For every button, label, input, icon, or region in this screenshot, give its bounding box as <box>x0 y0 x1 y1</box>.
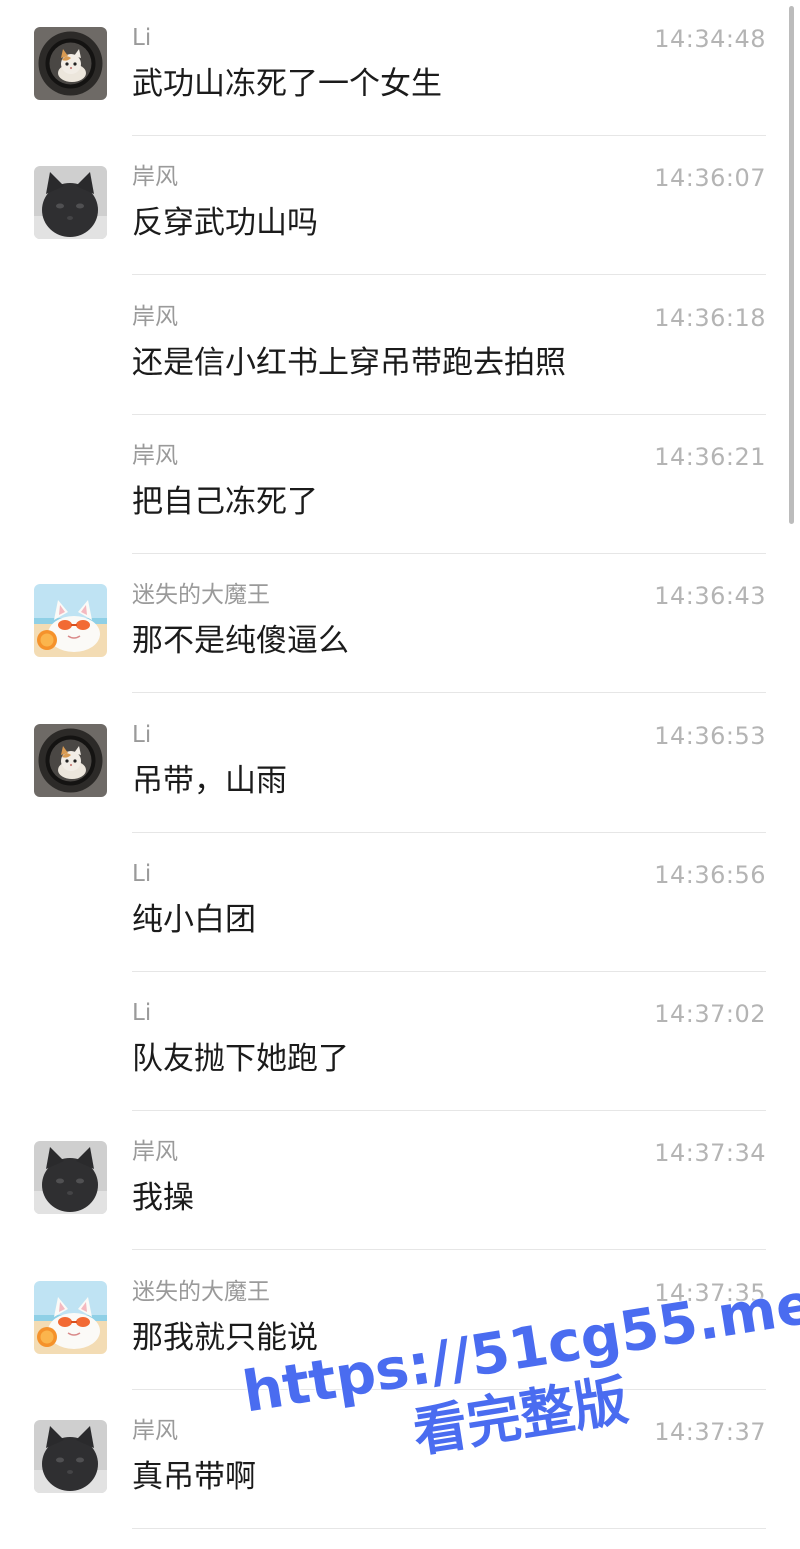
sender-name[interactable]: Li <box>132 998 151 1028</box>
message-divider <box>132 831 766 833</box>
message-divider <box>132 1528 766 1529</box>
message-timestamp: 14:36:07 <box>654 164 766 193</box>
message-divider <box>132 135 766 136</box>
message-timestamp: 14:36:53 <box>654 721 766 750</box>
dark-cat-avatar[interactable] <box>34 166 107 240</box>
sender-name[interactable]: 岸风 <box>132 302 178 332</box>
message-text[interactable]: 那不是纯傻逼么 <box>132 621 349 661</box>
chat-message-list[interactable]: Li 14:34:48 武功山冻死了一个女生 岸风 14:36:07 反穿武功山吗 岸风 14… <box>0 0 800 1529</box>
message-text[interactable]: 还是信小红书上穿吊带跑去拍照 <box>132 343 566 383</box>
sender-name[interactable]: Li <box>132 720 151 750</box>
message-timestamp: 14:34:48 <box>654 25 766 53</box>
cat-in-washer-avatar[interactable] <box>34 723 107 797</box>
message-timestamp: 14:37:02 <box>654 1000 766 1029</box>
sender-name[interactable]: 岸风 <box>132 1137 178 1167</box>
message-text[interactable]: 反穿武功山吗 <box>132 203 318 243</box>
message-row[interactable]: Li 14:36:53 吊带，山雨 <box>0 697 800 836</box>
cat-in-washer-avatar[interactable] <box>34 27 107 100</box>
message-timestamp: 14:36:56 <box>654 860 766 889</box>
message-row[interactable]: 岸风 14:36:07 反穿武功山吗 <box>0 139 800 278</box>
message-text[interactable]: 纯小白团 <box>132 900 256 940</box>
message-row[interactable]: Li 14:34:48 武功山冻死了一个女生 <box>0 0 800 139</box>
message-row[interactable]: Li 14:37:02 队友抛下她跑了 <box>0 975 800 1114</box>
message-timestamp: 14:36:43 <box>654 582 766 611</box>
scrollbar[interactable] <box>789 6 794 524</box>
sunglasses-cat-avatar[interactable] <box>34 1280 107 1354</box>
message-text[interactable]: 把自己冻死了 <box>132 482 318 522</box>
message-text[interactable]: 队友抛下她跑了 <box>132 1039 349 1079</box>
dark-cat-avatar[interactable] <box>34 1420 107 1493</box>
message-text[interactable]: 吊带，山雨 <box>132 761 287 801</box>
message-divider <box>132 413 766 415</box>
message-divider <box>132 970 766 972</box>
message-divider <box>132 692 766 694</box>
message-text[interactable]: 武功山冻死了一个女生 <box>132 64 442 104</box>
sunglasses-cat-avatar[interactable] <box>34 584 107 658</box>
message-timestamp: 14:36:21 <box>654 442 766 471</box>
sender-name[interactable]: 迷失的大魔王 <box>132 580 270 610</box>
sender-name[interactable]: Li <box>132 23 151 53</box>
message-divider <box>132 274 766 276</box>
message-divider <box>132 1249 766 1251</box>
message-text[interactable]: 那我就只能说 <box>132 1318 318 1358</box>
message-timestamp: 14:37:34 <box>654 1139 766 1168</box>
message-row[interactable]: 岸风 14:36:18 还是信小红书上穿吊带跑去拍照 <box>0 279 800 418</box>
message-timestamp: 14:36:18 <box>654 303 766 332</box>
sender-name[interactable]: 岸风 <box>132 441 178 471</box>
message-divider <box>132 1110 766 1112</box>
message-row[interactable]: Li 14:36:56 纯小白团 <box>0 836 800 975</box>
sender-name[interactable]: 迷失的大魔王 <box>132 1277 270 1307</box>
message-row[interactable]: 岸风 14:37:34 我操 <box>0 1114 800 1253</box>
message-row[interactable]: 岸风 14:36:21 把自己冻死了 <box>0 418 800 557</box>
message-divider <box>132 552 766 554</box>
sender-name[interactable]: 岸风 <box>132 1416 178 1446</box>
dark-cat-avatar[interactable] <box>34 1141 107 1215</box>
sender-name[interactable]: Li <box>132 859 151 889</box>
message-row[interactable]: 迷失的大魔王 14:36:43 那不是纯傻逼么 <box>0 557 800 696</box>
message-text[interactable]: 我操 <box>132 1178 194 1218</box>
message-text[interactable]: 真吊带啊 <box>132 1457 256 1497</box>
sender-name[interactable]: 岸风 <box>132 162 178 192</box>
